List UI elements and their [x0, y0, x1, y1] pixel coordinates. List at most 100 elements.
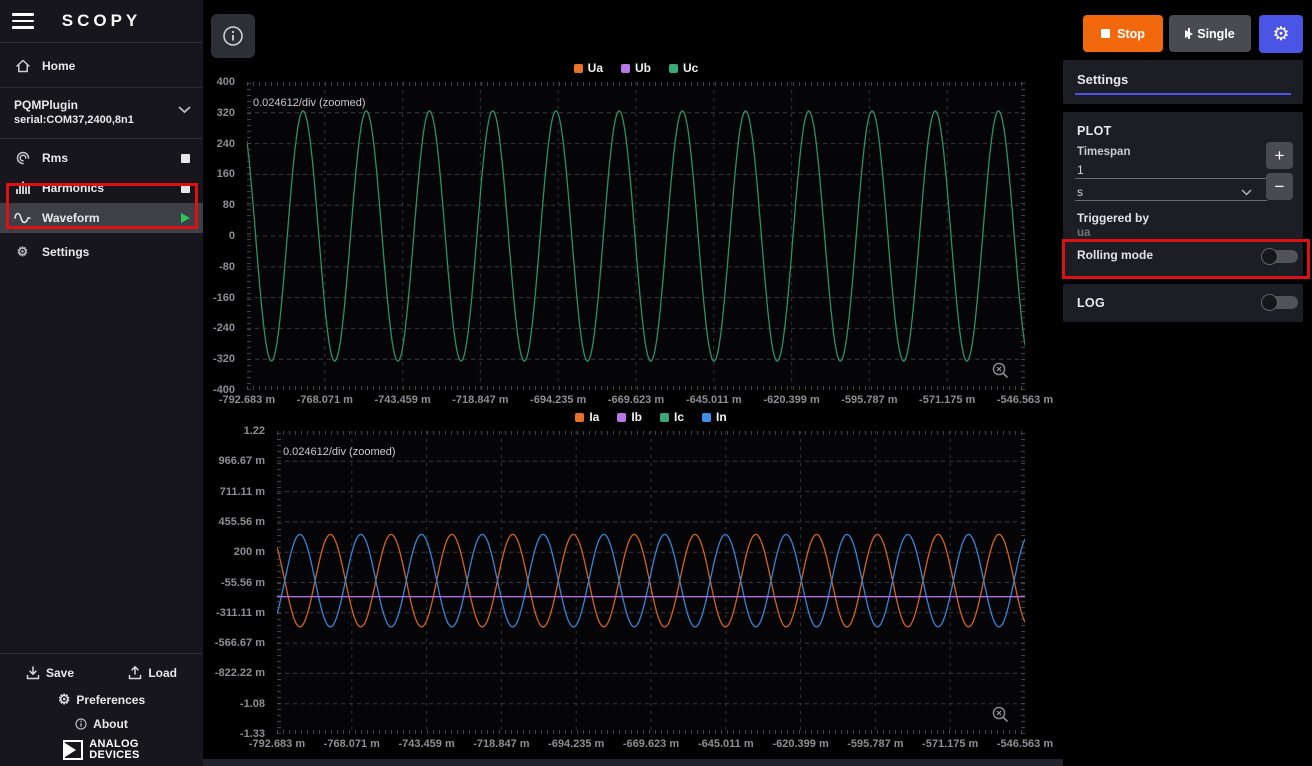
- zoom-reset-icon[interactable]: [991, 705, 1011, 725]
- preferences-button[interactable]: ⚙ Preferences: [58, 691, 145, 708]
- rolling-mode-toggle[interactable]: [1262, 250, 1298, 263]
- timespan-increment-button[interactable]: +: [1266, 142, 1293, 169]
- legend-item-Ic[interactable]: Ic: [660, 410, 684, 424]
- sidebar-item-waveform[interactable]: Waveform: [0, 203, 203, 233]
- x-tick-label: -669.623 m: [608, 394, 664, 406]
- save-download-icon: [26, 666, 40, 680]
- stop-icon: [1101, 29, 1110, 38]
- settings-label: Settings: [42, 245, 89, 259]
- current-y-axis: 1.22966.67 m711.11 m455.56 m200 m-55.56 …: [207, 431, 271, 734]
- x-tick-label: -546.563 m: [997, 738, 1053, 750]
- x-tick-label: -546.563 m: [997, 394, 1053, 406]
- stop-button[interactable]: Stop: [1083, 15, 1163, 52]
- legend-swatch: [621, 64, 630, 73]
- legend-swatch: [702, 413, 711, 422]
- y-tick-label: 966.67 m: [219, 455, 265, 467]
- info-button[interactable]: [211, 14, 255, 58]
- x-tick-label: -718.847 m: [452, 394, 508, 406]
- voltage-y-axis: 400320240160800-80-160-240-320-400: [177, 82, 241, 390]
- sidebar-footer: Save Load ⚙ Preferences About: [0, 653, 203, 766]
- legend-item-In[interactable]: In: [702, 410, 727, 424]
- y-tick-label: 200 m: [234, 546, 265, 558]
- legend-item-Ib[interactable]: Ib: [617, 410, 642, 424]
- x-tick-label: -768.071 m: [324, 738, 380, 750]
- current-plot-area[interactable]: 0.024612/div (zoomed): [277, 431, 1025, 734]
- timespan-decrement-button[interactable]: −: [1266, 173, 1293, 200]
- about-button[interactable]: About: [75, 717, 128, 731]
- y-tick-label: 240: [217, 138, 235, 150]
- y-tick-label: 160: [217, 168, 235, 180]
- legend-swatch: [660, 413, 669, 422]
- load-button[interactable]: Load: [128, 666, 177, 680]
- legend-item-Ia[interactable]: Ia: [575, 410, 599, 424]
- log-toggle[interactable]: [1262, 296, 1298, 309]
- voltage-waveform-chart: UaUbUc 400320240160800-80-160-240-320-40…: [247, 82, 1025, 390]
- sidebar-plugin-header[interactable]: PQMPlugin serial:COM37,2400,8n1: [0, 92, 203, 134]
- plugin-name: PQMPlugin: [14, 98, 189, 112]
- plot-scroll-handle[interactable]: [203, 759, 1063, 766]
- legend-item-Ub[interactable]: Ub: [621, 61, 651, 75]
- sidebar-item-home[interactable]: Home: [0, 51, 203, 81]
- legend-label: Ua: [588, 61, 603, 75]
- x-tick-label: -595.787 m: [841, 394, 897, 406]
- x-tick-label: -620.399 m: [763, 394, 819, 406]
- y-tick-label: 0: [229, 230, 235, 242]
- sidebar: SCOPY Home PQMPlugin serial:COM37,2400,8…: [0, 0, 203, 766]
- zoom-reset-icon[interactable]: [991, 361, 1011, 381]
- x-tick-label: -792.683 m: [219, 394, 275, 406]
- x-tick-label: -571.175 m: [922, 738, 978, 750]
- y-tick-label: -160: [213, 292, 235, 304]
- x-tick-label: -595.787 m: [847, 738, 903, 750]
- plot-section-label: PLOT: [1077, 124, 1112, 138]
- preferences-label: Preferences: [76, 693, 145, 707]
- y-tick-label: 711.11 m: [220, 486, 265, 498]
- x-tick-label: -768.071 m: [297, 394, 353, 406]
- sidebar-item-rms[interactable]: Rms: [0, 143, 203, 173]
- legend-label: Ia: [589, 410, 599, 424]
- legend-item-Ua[interactable]: Ua: [574, 61, 603, 75]
- input-underline: [1075, 178, 1267, 179]
- adi-triangle-icon: [63, 740, 83, 760]
- select-underline: [1075, 200, 1267, 201]
- y-tick-label: -320: [213, 353, 235, 365]
- rms-label: Rms: [42, 151, 68, 165]
- info-icon: [75, 718, 87, 730]
- info-icon: [222, 25, 244, 47]
- x-tick-label: -694.235 m: [530, 394, 586, 406]
- rms-icon: [14, 150, 31, 166]
- sidebar-item-harmonics[interactable]: Harmonics: [0, 173, 203, 203]
- waveform-icon: [14, 210, 31, 226]
- save-label: Save: [46, 666, 74, 680]
- gear-icon: ⚙: [58, 691, 71, 708]
- brand-line1: ANALOG: [89, 739, 139, 750]
- legend-swatch: [575, 413, 584, 422]
- voltage-plot-area[interactable]: 0.024612/div (zoomed): [247, 82, 1025, 390]
- timespan-input[interactable]: 1: [1077, 163, 1084, 177]
- home-label: Home: [42, 59, 75, 73]
- x-tick-label: -645.011 m: [698, 738, 754, 750]
- legend-label: Ub: [635, 61, 651, 75]
- sidebar-item-settings[interactable]: ⚙ Settings: [0, 237, 203, 267]
- x-tick-label: -645.011 m: [686, 394, 742, 406]
- voltage-legend: Ua Ub Uc: [247, 61, 1025, 75]
- single-button[interactable]: Single: [1169, 15, 1251, 52]
- divider: [0, 138, 203, 139]
- x-tick-label: -792.683 m: [249, 738, 305, 750]
- legend-item-Uc[interactable]: Uc: [669, 61, 698, 75]
- plot-settings-gear-button[interactable]: ⚙: [1259, 15, 1303, 53]
- x-tick-label: -743.459 m: [398, 738, 454, 750]
- x-tick-label: -718.847 m: [473, 738, 529, 750]
- single-label: Single: [1197, 27, 1235, 41]
- single-play-icon: [1185, 28, 1190, 39]
- scopy-window: SCOPY Home PQMPlugin serial:COM37,2400,8…: [0, 0, 1312, 766]
- settings-panel-header: Settings: [1063, 60, 1303, 104]
- y-tick-label: 1.22: [244, 425, 265, 437]
- sidebar-header: SCOPY: [0, 0, 203, 43]
- save-button[interactable]: Save: [26, 666, 74, 680]
- chevron-down-icon[interactable]: [1241, 189, 1252, 196]
- y-tick-label: -240: [213, 322, 235, 334]
- harmonics-label: Harmonics: [42, 181, 104, 195]
- gear-icon: ⚙: [1272, 23, 1289, 46]
- timespan-unit-select[interactable]: s: [1077, 185, 1083, 199]
- triggered-by-label: Triggered by: [1077, 211, 1149, 225]
